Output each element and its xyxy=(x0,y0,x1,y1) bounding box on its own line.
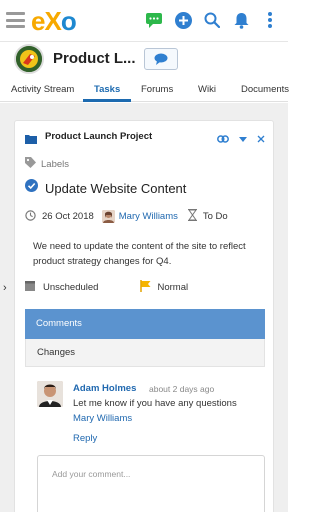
task-status-check-icon[interactable] xyxy=(25,179,38,197)
space-chat-button[interactable] xyxy=(144,48,178,70)
task-description[interactable]: We need to update the content of the sit… xyxy=(33,239,265,269)
space-header: Product L... xyxy=(0,42,288,78)
menu-icon[interactable] xyxy=(6,12,25,28)
link-icon[interactable] xyxy=(217,130,229,148)
assignee-link[interactable]: Mary Williams xyxy=(119,211,178,222)
task-detail-card: Product Launch Project Labels Update Web… xyxy=(14,120,274,512)
clock-icon xyxy=(25,209,36,224)
priority-field[interactable]: Normal xyxy=(157,282,188,293)
chevron-right-icon[interactable]: › xyxy=(3,282,7,294)
bell-icon[interactable] xyxy=(231,10,251,30)
comment-text: Let me know if you have any questions xyxy=(73,398,237,409)
space-avatar[interactable] xyxy=(14,44,44,74)
chat-bubble-icon xyxy=(154,53,168,65)
tab-changes[interactable]: Changes xyxy=(25,339,265,367)
chat-icon[interactable] xyxy=(144,10,164,30)
tab-wiki[interactable]: Wiki xyxy=(198,84,216,95)
labels-field[interactable]: Labels xyxy=(25,155,69,173)
tab-forums[interactable]: Forums xyxy=(141,84,173,95)
active-tab-indicator xyxy=(83,99,131,102)
top-bar: eXo xyxy=(0,0,288,42)
hourglass-icon xyxy=(187,209,197,224)
more-icon[interactable] xyxy=(260,10,280,30)
comment-time: about 2 days ago xyxy=(149,384,215,394)
add-icon[interactable] xyxy=(173,10,193,30)
calendar-icon xyxy=(25,281,35,294)
priority-flag-icon xyxy=(140,280,151,295)
tag-icon xyxy=(25,155,36,173)
tab-comments[interactable]: Comments xyxy=(25,309,265,339)
project-name[interactable]: Product Launch Project xyxy=(45,131,152,142)
assignee-avatar xyxy=(101,210,115,223)
comment-mention[interactable]: Mary Williams xyxy=(73,413,132,424)
space-title: Product L... xyxy=(53,50,136,67)
commenter-avatar[interactable] xyxy=(37,381,63,407)
folder-icon xyxy=(25,131,37,149)
labels-placeholder: Labels xyxy=(41,158,69,170)
comment-placeholder: Add your comment... xyxy=(52,469,131,479)
chevron-down-icon[interactable] xyxy=(239,130,247,148)
comment-input[interactable]: Add your comment... xyxy=(37,455,265,512)
exo-logo[interactable]: eXo xyxy=(31,6,77,37)
close-icon[interactable] xyxy=(257,130,265,148)
task-status[interactable]: To Do xyxy=(203,211,228,222)
space-tabs: Activity Stream Tasks Forums Wiki Docume… xyxy=(0,78,289,102)
reply-link[interactable]: Reply xyxy=(73,433,97,444)
schedule-field[interactable]: Unscheduled xyxy=(43,282,98,293)
comment-item: Adam Holmes about 2 days ago Let me know… xyxy=(37,381,267,451)
comment-author[interactable]: Adam Holmes xyxy=(73,383,136,394)
task-title[interactable]: Update Website Content xyxy=(45,181,186,196)
tab-tasks[interactable]: Tasks xyxy=(94,84,120,95)
search-icon[interactable] xyxy=(202,10,222,30)
due-date[interactable]: 26 Oct 2018 xyxy=(42,211,94,222)
tab-activity-stream[interactable]: Activity Stream xyxy=(11,84,74,95)
tab-documents[interactable]: Documents xyxy=(241,84,289,95)
